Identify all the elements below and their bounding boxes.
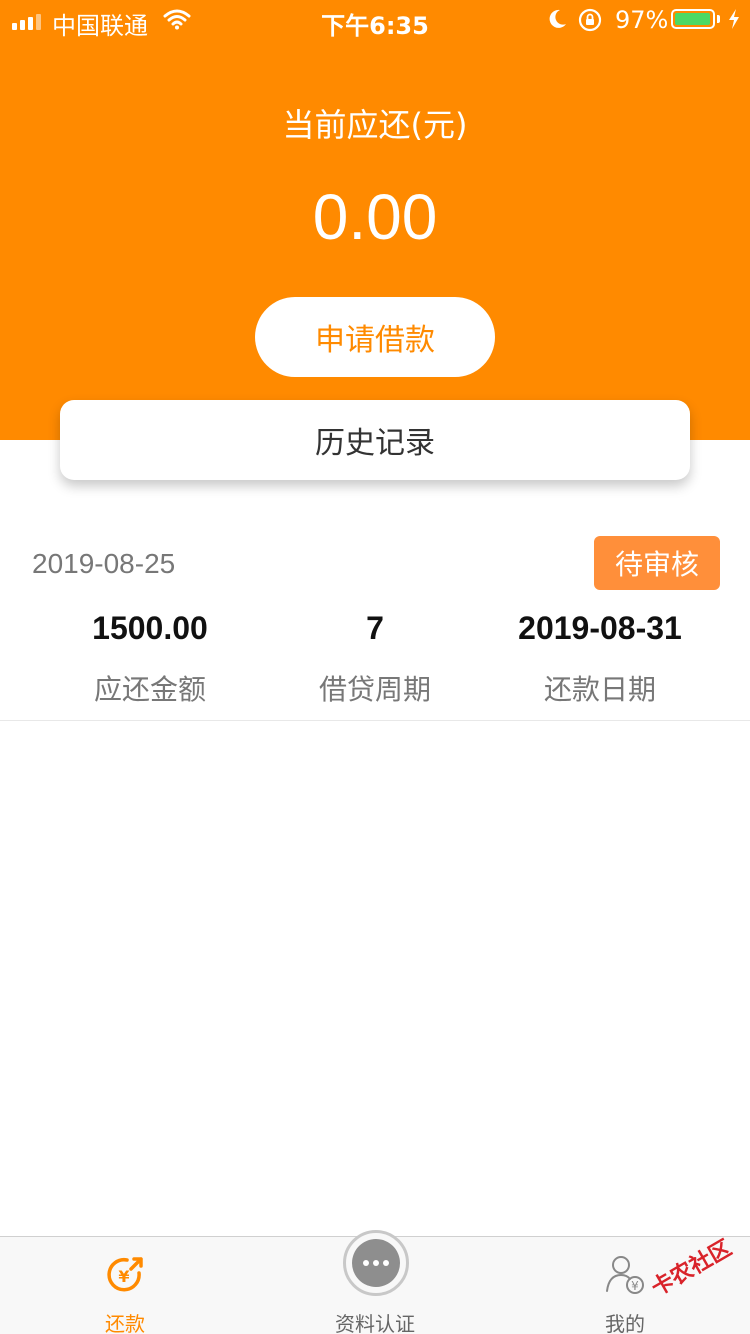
history-records-title: 历史记录 <box>60 400 690 480</box>
battery-nub <box>717 15 720 23</box>
repay-date-label: 还款日期 <box>543 673 656 706</box>
loan-period-label: 借贷周期 <box>318 673 431 706</box>
rotation-lock-icon <box>578 8 602 32</box>
amount-due-label: 当前应还(元) <box>282 106 468 144</box>
charging-bolt-icon <box>729 9 739 29</box>
battery-level <box>675 13 710 25</box>
battery-percent: 97% <box>615 6 669 34</box>
svg-text:¥: ¥ <box>631 1279 639 1293</box>
tab-repay[interactable]: ¥ 还款 <box>0 1237 250 1334</box>
repay-amount-label: 应还金额 <box>93 673 206 706</box>
repay-yen-icon: ¥ <box>107 1257 143 1292</box>
status-bar: 中国联通 下午6:35 97% <box>0 0 750 40</box>
app-screen: 中国联通 下午6:35 97% 当前应还(元) 0.00 申请借款 历史记录 2… <box>0 0 750 1334</box>
svg-text:¥: ¥ <box>118 1267 129 1286</box>
repay-amount-stat: 1500.00 应还金额 <box>25 610 275 708</box>
record-date: 2019-08-25 <box>32 548 176 579</box>
status-badge: 待审核 <box>594 536 720 590</box>
battery-icon <box>671 9 715 29</box>
loan-period-stat: 7 借贷周期 <box>250 610 500 708</box>
user-yen-icon: ¥ <box>606 1256 644 1294</box>
apply-loan-button[interactable]: 申请借款 <box>255 297 495 377</box>
repay-date-stat: 2019-08-31 还款日期 <box>475 610 725 708</box>
repay-amount-value: 1500.00 <box>92 610 208 646</box>
loan-record[interactable]: 2019-08-25 待审核 1500.00 应还金额 7 借贷周期 2019-… <box>0 520 750 721</box>
repay-date-value: 2019-08-31 <box>518 610 682 646</box>
tab-mine[interactable]: ¥ 我的 <box>500 1237 750 1334</box>
amount-due-value: 0.00 <box>312 181 438 253</box>
moon-icon <box>549 9 566 28</box>
more-dots-icon <box>352 1239 400 1287</box>
verification-bubble[interactable] <box>343 1230 409 1296</box>
tab-repay-label: 还款 <box>105 1312 145 1334</box>
tab-verification-label: 资料认证 <box>335 1312 415 1334</box>
loan-period-value: 7 <box>366 610 384 646</box>
tab-mine-label: 我的 <box>605 1312 645 1334</box>
